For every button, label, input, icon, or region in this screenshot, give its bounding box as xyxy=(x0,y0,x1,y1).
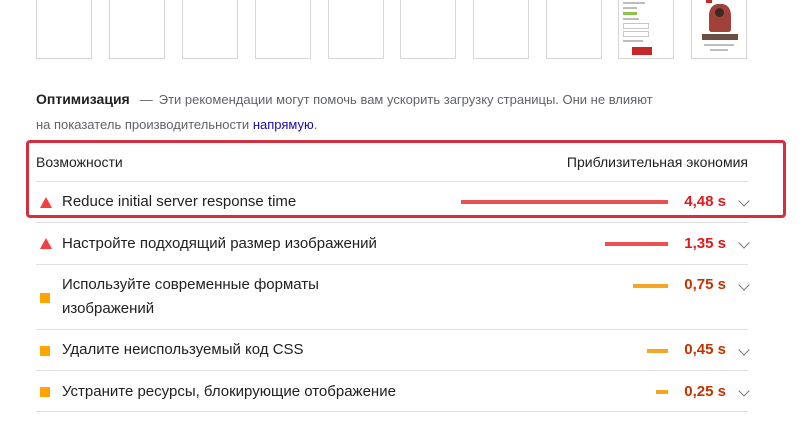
chevron-down-icon[interactable] xyxy=(738,279,750,291)
opportunity-row[interactable]: Удалите неиспользуемый код CSS 0,45 s xyxy=(36,329,750,371)
filmstrip-frame xyxy=(546,0,602,59)
filmstrip-frame xyxy=(400,0,456,59)
title-dash: — xyxy=(139,92,153,107)
opportunity-row[interactable]: Настройте подходящий размер изображений … xyxy=(36,222,750,265)
savings-bar xyxy=(656,390,668,394)
page-thumbnail xyxy=(619,0,673,58)
savings-value: 0,45 s xyxy=(684,341,726,358)
directly-link[interactable]: напрямую xyxy=(253,117,314,132)
savings-bar xyxy=(647,349,668,353)
description-period: . xyxy=(313,117,318,132)
filmstrip-frame xyxy=(473,0,529,59)
filmstrip-frame xyxy=(36,0,92,59)
opportunities-table-header: Возможности Приблизительная экономия xyxy=(36,150,748,174)
savings-bar xyxy=(461,200,668,204)
savings-value: 0,75 s xyxy=(684,276,726,293)
opportunity-label: Удалите неиспользуемый код CSS xyxy=(62,341,304,358)
column-opportunities: Возможности xyxy=(36,154,123,170)
opportunity-label: Используйте современные форматы xyxy=(62,276,319,293)
filmstrip-frame-content xyxy=(618,0,674,59)
opportunity-label: Reduce initial server response time xyxy=(62,193,297,210)
opportunity-row[interactable]: Устраните ресурсы, блокирующие отображен… xyxy=(36,370,750,412)
optimization-header: Оптимизация — Эти рекомендации могут помоч… xyxy=(36,87,736,137)
section-description-cont: на показатель производительности xyxy=(36,117,253,132)
triangle-icon xyxy=(40,197,52,208)
filmstrip-frame-content xyxy=(691,0,747,59)
savings-bar xyxy=(605,242,668,246)
opportunity-label: Настройте подходящий размер изображений xyxy=(62,235,377,252)
chevron-down-icon[interactable] xyxy=(738,237,750,249)
section-title: Оптимизация xyxy=(36,91,130,107)
page-thumbnail xyxy=(692,0,746,58)
opportunity-row[interactable]: Используйте современные форматы изображе… xyxy=(36,264,750,330)
savings-bar xyxy=(633,284,668,288)
filmstrip xyxy=(0,0,803,62)
filmstrip-frame xyxy=(255,0,311,59)
filmstrip-frame xyxy=(328,0,384,59)
square-icon xyxy=(40,387,50,397)
column-estimated-savings: Приблизительная экономия xyxy=(566,154,748,170)
divider xyxy=(36,411,748,412)
filmstrip-frame xyxy=(109,0,165,59)
chevron-down-icon[interactable] xyxy=(738,195,750,207)
savings-value: 4,48 s xyxy=(684,193,726,210)
chevron-down-icon[interactable] xyxy=(738,344,750,356)
opportunity-row[interactable]: Reduce initial server response time 4,48… xyxy=(36,181,750,223)
square-icon xyxy=(40,346,50,356)
triangle-icon xyxy=(40,238,52,249)
savings-value: 0,25 s xyxy=(684,383,726,400)
square-icon xyxy=(40,293,50,303)
opportunity-label-cont: изображений xyxy=(62,300,155,317)
chevron-down-icon[interactable] xyxy=(738,385,750,397)
section-description: Эти рекомендации могут помочь вам ускори… xyxy=(158,92,653,107)
savings-value: 1,35 s xyxy=(684,235,726,252)
opportunity-label: Устраните ресурсы, блокирующие отображен… xyxy=(62,383,396,400)
filmstrip-frame xyxy=(182,0,238,59)
